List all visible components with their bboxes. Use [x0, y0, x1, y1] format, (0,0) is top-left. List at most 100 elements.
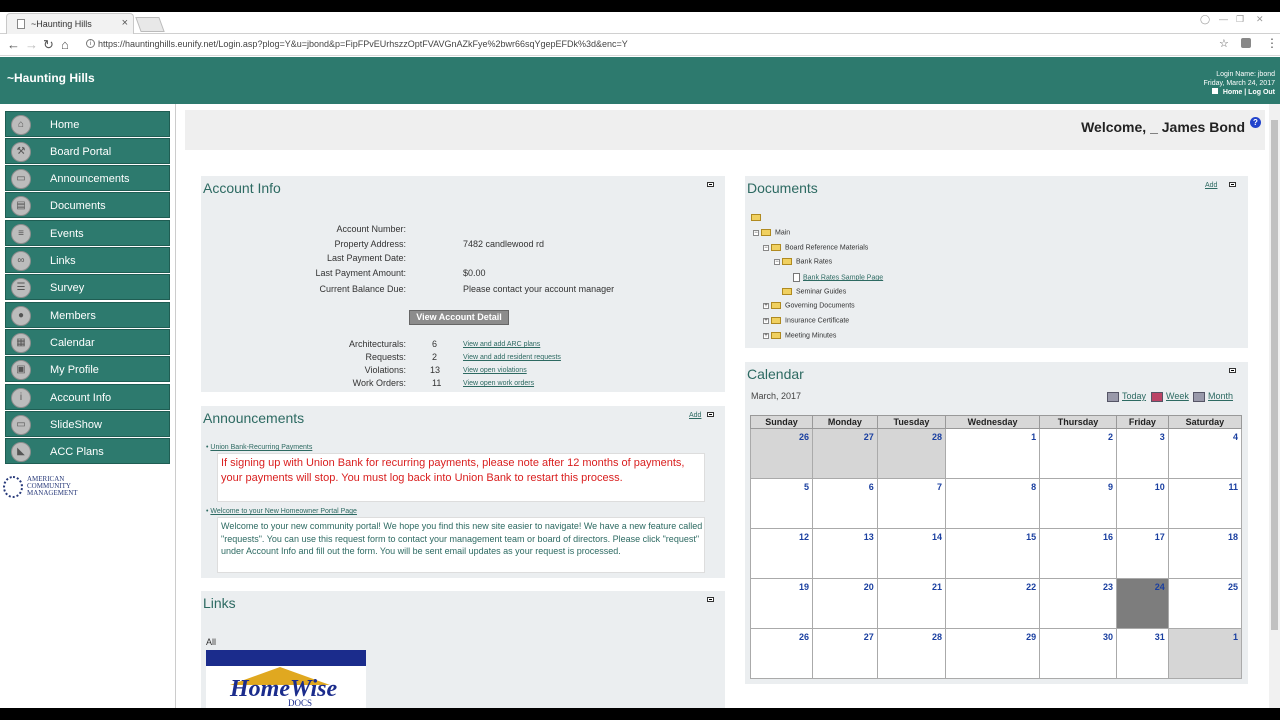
- tree-node[interactable]: − Board Reference Materials: [763, 244, 868, 251]
- folder-icon: [771, 302, 781, 309]
- calendar-day[interactable]: 17: [1115, 528, 1169, 579]
- calendar-day[interactable]: 20: [812, 578, 878, 629]
- week-view-link[interactable]: Week: [1151, 391, 1189, 402]
- calendar-day[interactable]: 14: [876, 528, 947, 579]
- extension-icon[interactable]: [1241, 38, 1251, 48]
- calendar-day[interactable]: 10: [1115, 478, 1169, 529]
- calendar-day[interactable]: 26: [749, 628, 814, 679]
- calendar-day[interactable]: 2: [1039, 428, 1117, 479]
- calendar-day[interactable]: 1: [945, 428, 1041, 479]
- calendar-day[interactable]: 25: [1167, 578, 1243, 629]
- minimize-icon[interactable]: —: [1219, 14, 1228, 24]
- tree-node[interactable]: + Meeting Minutes: [763, 332, 836, 339]
- logout-link[interactable]: Log Out: [1248, 89, 1275, 96]
- minimize-panel-icon[interactable]: [707, 182, 714, 187]
- calendar-day[interactable]: 28: [876, 428, 947, 479]
- browser-tab[interactable]: ~Haunting Hills ×: [6, 13, 134, 34]
- calendar-day[interactable]: 22: [945, 578, 1041, 629]
- sidebar-item-members[interactable]: ● Members: [5, 302, 170, 328]
- restore-icon[interactable]: ❐: [1236, 14, 1244, 25]
- tree-node[interactable]: Bank Rates Sample Page: [793, 273, 883, 282]
- sidebar-item-acc-plans[interactable]: ◣ ACC Plans: [5, 438, 170, 464]
- arc-plans-link[interactable]: View and add ARC plans: [463, 341, 540, 348]
- calendar-day[interactable]: 28: [876, 628, 947, 679]
- calendar-day[interactable]: 12: [749, 528, 814, 579]
- root-folder[interactable]: [751, 214, 765, 221]
- menu-icon[interactable]: ⋮: [1266, 36, 1278, 50]
- week-icon: [1151, 391, 1163, 402]
- calendar-day-today[interactable]: 24: [1115, 578, 1169, 629]
- calendar-day[interactable]: 6: [812, 478, 878, 529]
- info-icon[interactable]: i: [86, 39, 95, 48]
- calendar-day[interactable]: 27: [812, 628, 878, 679]
- calendar-day[interactable]: 19: [749, 578, 814, 629]
- calendar-day[interactable]: 23: [1039, 578, 1117, 629]
- links-filter[interactable]: All: [206, 637, 216, 647]
- calendar-day[interactable]: 7: [876, 478, 947, 529]
- close-tab-icon[interactable]: ×: [122, 17, 128, 29]
- sidebar-item-calendar[interactable]: ▦ Calendar: [5, 329, 170, 355]
- calendar-day[interactable]: 31: [1115, 628, 1169, 679]
- add-document-link[interactable]: Add: [1205, 182, 1217, 189]
- close-window-icon[interactable]: ✕: [1256, 14, 1264, 25]
- sidebar-item-slideshow[interactable]: ▭ SlideShow: [5, 411, 170, 437]
- calendar-day[interactable]: 21: [876, 578, 947, 629]
- bookmark-star-icon[interactable]: ☆: [1219, 37, 1229, 50]
- sidebar-item-my-profile[interactable]: ▣ My Profile: [5, 356, 170, 382]
- calendar-day[interactable]: 8: [945, 478, 1041, 529]
- calendar-day[interactable]: 11: [1167, 478, 1243, 529]
- tree-node[interactable]: − Bank Rates: [774, 258, 832, 265]
- profile-icon[interactable]: ◯: [1200, 14, 1210, 25]
- open-work-orders-link[interactable]: View open work orders: [463, 380, 534, 387]
- calendar-day[interactable]: 3: [1115, 428, 1169, 479]
- calendar-day[interactable]: 30: [1039, 628, 1117, 679]
- help-icon[interactable]: ?: [1250, 117, 1261, 128]
- page-scrollbar[interactable]: [1269, 104, 1280, 708]
- calendar-day[interactable]: 13: [812, 528, 878, 579]
- calendar-day[interactable]: 4: [1167, 428, 1243, 479]
- calendar-day[interactable]: 15: [945, 528, 1041, 579]
- tree-node[interactable]: − Main: [753, 229, 790, 236]
- scrollbar-thumb[interactable]: [1271, 120, 1278, 630]
- minimize-panel-icon[interactable]: [1229, 368, 1236, 373]
- url-field[interactable]: i https://hauntinghills.eunify.net/Login…: [84, 36, 1234, 53]
- calendar-day[interactable]: 16: [1039, 528, 1117, 579]
- sidebar-item-survey[interactable]: ☰ Survey: [5, 274, 170, 300]
- sidebar-item-home[interactable]: ⌂ Home: [5, 111, 170, 137]
- add-announcement-link[interactable]: Add: [689, 412, 701, 419]
- sidebar-item-board-portal[interactable]: ⚒ Board Portal: [5, 138, 170, 164]
- calendar-day[interactable]: 1: [1167, 628, 1243, 679]
- calendar-day[interactable]: 18: [1167, 528, 1243, 579]
- announcement-title[interactable]: • Welcome to your New Homeowner Portal P…: [206, 508, 357, 515]
- home-icon[interactable]: ⌂: [61, 37, 69, 52]
- month-view-link[interactable]: Month: [1193, 391, 1233, 402]
- tree-node[interactable]: Seminar Guides: [782, 288, 846, 295]
- open-violations-link[interactable]: View open violations: [463, 367, 527, 374]
- new-tab-button[interactable]: [135, 17, 165, 32]
- homewise-docs-logo[interactable]: HomeWise DOCS: [206, 650, 366, 710]
- sidebar-item-account-info[interactable]: i Account Info: [5, 384, 170, 410]
- calendar-day[interactable]: 9: [1039, 478, 1117, 529]
- sidebar-item-documents[interactable]: ▤ Documents: [5, 192, 170, 218]
- sidebar-item-links[interactable]: ∞ Links: [5, 247, 170, 273]
- home-link[interactable]: Home |: [1223, 89, 1246, 96]
- view-account-detail-button[interactable]: View Account Detail: [409, 310, 509, 325]
- minimize-panel-icon[interactable]: [707, 597, 714, 602]
- tree-node[interactable]: + Insurance Certificate: [763, 317, 849, 324]
- calendar-day[interactable]: 29: [945, 628, 1041, 679]
- minimize-panel-icon[interactable]: [707, 412, 714, 417]
- announcement-title[interactable]: • Union Bank-Recurring Payments: [206, 444, 312, 451]
- minimize-panel-icon[interactable]: [1229, 182, 1236, 187]
- calendar-day[interactable]: 27: [812, 428, 878, 479]
- back-icon[interactable]: ←: [7, 37, 20, 52]
- forward-icon[interactable]: →: [25, 37, 38, 52]
- sidebar-item-events[interactable]: ≡ Events: [5, 220, 170, 246]
- calendar-day[interactable]: 26: [749, 428, 814, 479]
- sidebar-item-announcements[interactable]: ▭ Announcements: [5, 165, 170, 191]
- calendar-day[interactable]: 5: [749, 478, 814, 529]
- resident-requests-link[interactable]: View and add resident requests: [463, 354, 561, 361]
- today-view-link[interactable]: Today: [1107, 391, 1146, 402]
- reload-icon[interactable]: ↻: [43, 37, 54, 53]
- tree-node[interactable]: + Governing Documents: [763, 302, 855, 309]
- requests-count: 2: [432, 352, 438, 362]
